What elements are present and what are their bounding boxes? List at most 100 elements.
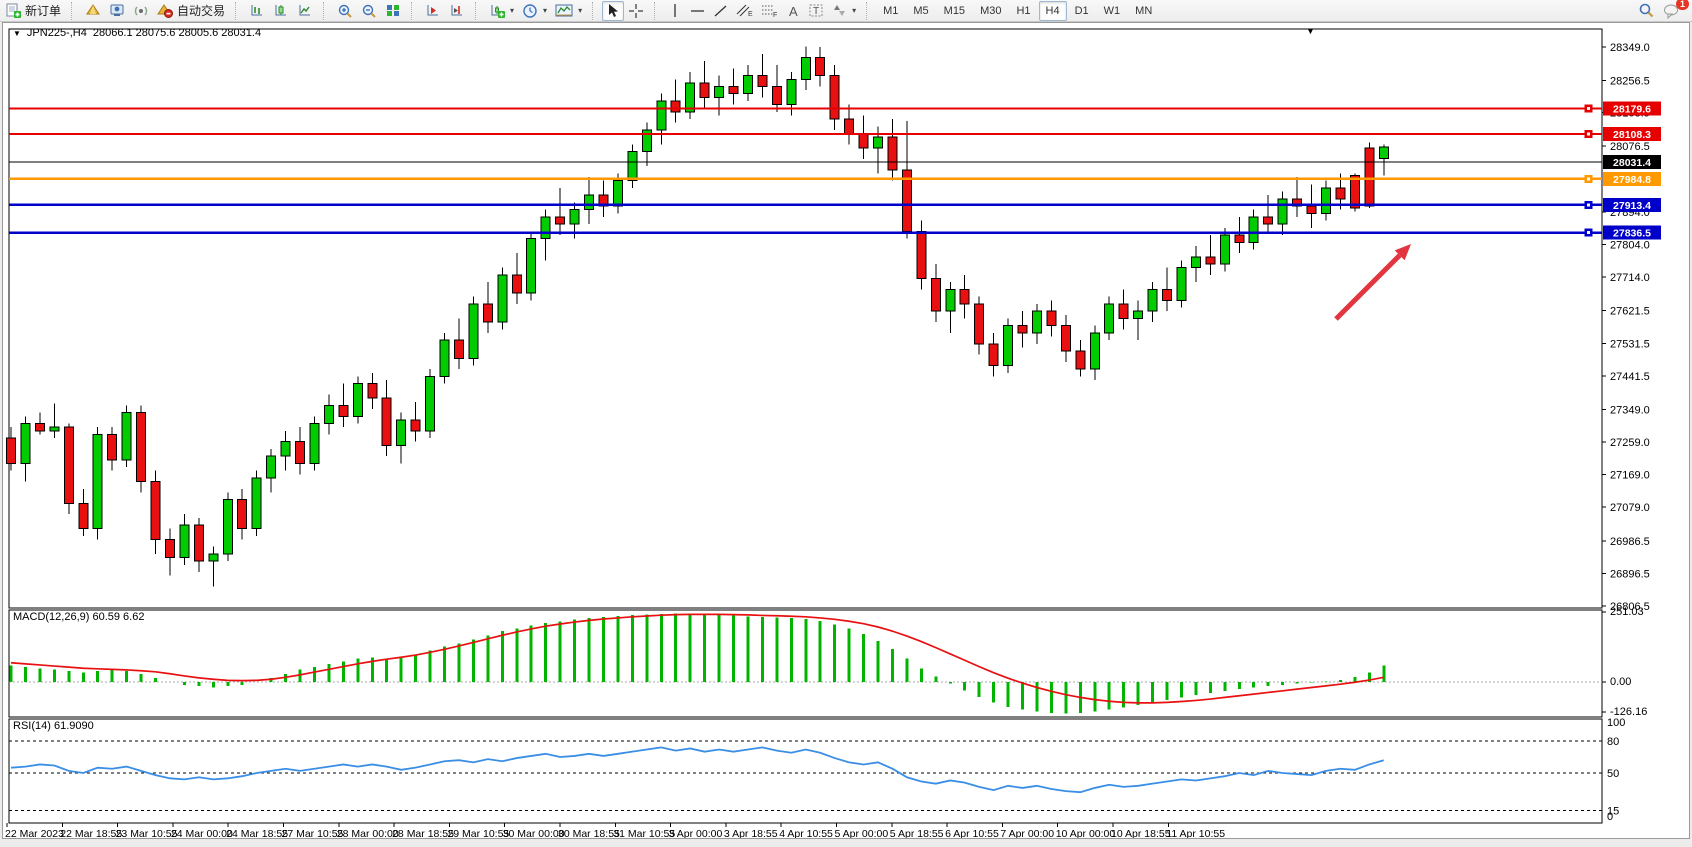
rsi-pane bbox=[9, 719, 1602, 823]
auto-scroll-button[interactable] bbox=[421, 1, 445, 21]
arrows-tool-button[interactable]: ▾ bbox=[828, 1, 860, 21]
candle-body bbox=[209, 554, 218, 561]
candle-body bbox=[527, 239, 536, 293]
candle-body bbox=[1379, 147, 1388, 158]
zoom-in-button[interactable] bbox=[333, 1, 357, 21]
timeframe-M30[interactable]: M30 bbox=[973, 1, 1008, 21]
terminal-icon bbox=[109, 3, 125, 18]
candle-body bbox=[613, 181, 622, 206]
candle-body bbox=[1134, 311, 1143, 318]
signals-button[interactable] bbox=[129, 1, 153, 21]
text-tool-button[interactable]: A bbox=[782, 1, 804, 21]
candle-body bbox=[1278, 199, 1287, 224]
candle-body bbox=[1076, 351, 1085, 369]
candle-body bbox=[758, 76, 767, 87]
price-axis-label: 27169.0 bbox=[1610, 470, 1650, 482]
candle-body bbox=[816, 58, 825, 76]
candle-body bbox=[1365, 148, 1374, 206]
candlestick-chart-icon bbox=[273, 3, 289, 18]
time-axis-label: 27 Mar 10:55 bbox=[282, 828, 344, 839]
candle-body bbox=[975, 304, 984, 344]
timeframe-M5[interactable]: M5 bbox=[906, 1, 935, 21]
new-order-button[interactable]: 新订单 bbox=[2, 1, 65, 21]
candle-body bbox=[1177, 268, 1186, 301]
svg-text:E: E bbox=[748, 11, 753, 18]
candle-body bbox=[223, 500, 232, 554]
cursor-arrow-icon bbox=[606, 3, 620, 18]
candle-body bbox=[440, 340, 449, 376]
candle-body bbox=[960, 289, 969, 303]
new-chart-icon bbox=[489, 3, 505, 18]
price-line-handle-dot bbox=[1587, 133, 1590, 136]
periods-button[interactable]: ▾ bbox=[518, 1, 551, 21]
candle-body bbox=[180, 525, 189, 558]
candle-body bbox=[556, 217, 565, 224]
price-badge-label: 28031.4 bbox=[1613, 157, 1651, 169]
toolbar-separator bbox=[235, 2, 241, 20]
templates-button[interactable]: ▾ bbox=[551, 1, 586, 21]
price-axis-label: 28256.5 bbox=[1610, 76, 1650, 88]
time-axis-label: 31 Mar 10:55 bbox=[613, 828, 675, 839]
timeframe-M1[interactable]: M1 bbox=[876, 1, 905, 21]
timeframe-toolbar: M1M5M15M30H1H4D1W1MN bbox=[876, 1, 1159, 21]
candle-body bbox=[252, 478, 261, 529]
timeframe-H4[interactable]: H4 bbox=[1039, 1, 1067, 21]
timeframe-W1[interactable]: W1 bbox=[1097, 1, 1128, 21]
candle-body bbox=[585, 195, 594, 209]
horizontal-line-tool-button[interactable] bbox=[686, 1, 709, 21]
candle-body bbox=[296, 442, 305, 464]
candle-body bbox=[7, 438, 16, 463]
text-icon: A bbox=[787, 4, 800, 18]
cursor-tool-button[interactable] bbox=[602, 1, 624, 21]
price-axis-label: 27804.0 bbox=[1610, 240, 1650, 252]
new-chart-button[interactable]: ▾ bbox=[485, 1, 518, 21]
time-axis-label: 28 Mar 00:00 bbox=[337, 828, 399, 839]
line-chart-mode-button[interactable] bbox=[293, 1, 317, 21]
candle-body bbox=[469, 304, 478, 358]
price-axis-label: 27441.5 bbox=[1610, 371, 1650, 383]
candle-body bbox=[165, 539, 174, 557]
search-button[interactable] bbox=[1634, 1, 1659, 21]
channel-tool-button[interactable]: E bbox=[732, 1, 757, 21]
dropdown-caret-icon: ▾ bbox=[578, 6, 582, 15]
zoom-out-icon bbox=[361, 3, 377, 19]
candle-body bbox=[512, 275, 521, 293]
text-label-tool-button[interactable]: T bbox=[804, 1, 828, 21]
candle-body bbox=[1163, 289, 1172, 300]
trendline-tool-button[interactable] bbox=[709, 1, 732, 21]
time-axis-label: 30 Mar 18:55 bbox=[558, 828, 620, 839]
market-watch-button[interactable] bbox=[81, 1, 105, 21]
templates-icon bbox=[555, 3, 573, 18]
candle-body bbox=[1249, 217, 1258, 242]
candle-body bbox=[830, 76, 839, 119]
terminal-button[interactable] bbox=[105, 1, 129, 21]
scroll-to-end-marker[interactable]: ▼ bbox=[1306, 26, 1315, 36]
tile-windows-button[interactable] bbox=[381, 1, 405, 21]
chart-shift-button[interactable] bbox=[445, 1, 469, 21]
timeframe-D1[interactable]: D1 bbox=[1068, 1, 1096, 21]
timeframe-MN[interactable]: MN bbox=[1128, 1, 1159, 21]
timeframe-M15[interactable]: M15 bbox=[937, 1, 972, 21]
equidistant-channel-icon: E bbox=[736, 3, 753, 18]
zoom-out-button[interactable] bbox=[357, 1, 381, 21]
fibonacci-tool-button[interactable]: F bbox=[757, 1, 782, 21]
candle-body bbox=[671, 101, 680, 112]
candle-body bbox=[1264, 217, 1273, 224]
price-axis-label: 28076.5 bbox=[1610, 141, 1650, 153]
crosshair-tool-button[interactable] bbox=[624, 1, 648, 21]
vertical-line-tool-button[interactable] bbox=[664, 1, 686, 21]
candle-body bbox=[1206, 257, 1215, 264]
time-axis-label: 6 Apr 10:55 bbox=[945, 828, 999, 839]
toolbar-separator bbox=[592, 2, 598, 20]
candlestick-mode-button[interactable] bbox=[269, 1, 293, 21]
candle-body bbox=[79, 503, 88, 528]
rsi-axis-label: 50 bbox=[1607, 768, 1619, 780]
timeframe-H1[interactable]: H1 bbox=[1009, 1, 1037, 21]
rsi-axis-label: 80 bbox=[1607, 736, 1619, 748]
chart-canvas[interactable]: 28349.028256.528168.528076.527894.027804… bbox=[3, 23, 1690, 839]
notifications-button[interactable]: 1 bbox=[1659, 1, 1684, 21]
macd-axis-label: 251.03 bbox=[1610, 606, 1644, 618]
autotrading-button[interactable]: 自动交易 bbox=[153, 1, 229, 21]
bar-chart-mode-button[interactable] bbox=[245, 1, 269, 21]
candle-body bbox=[888, 137, 897, 170]
